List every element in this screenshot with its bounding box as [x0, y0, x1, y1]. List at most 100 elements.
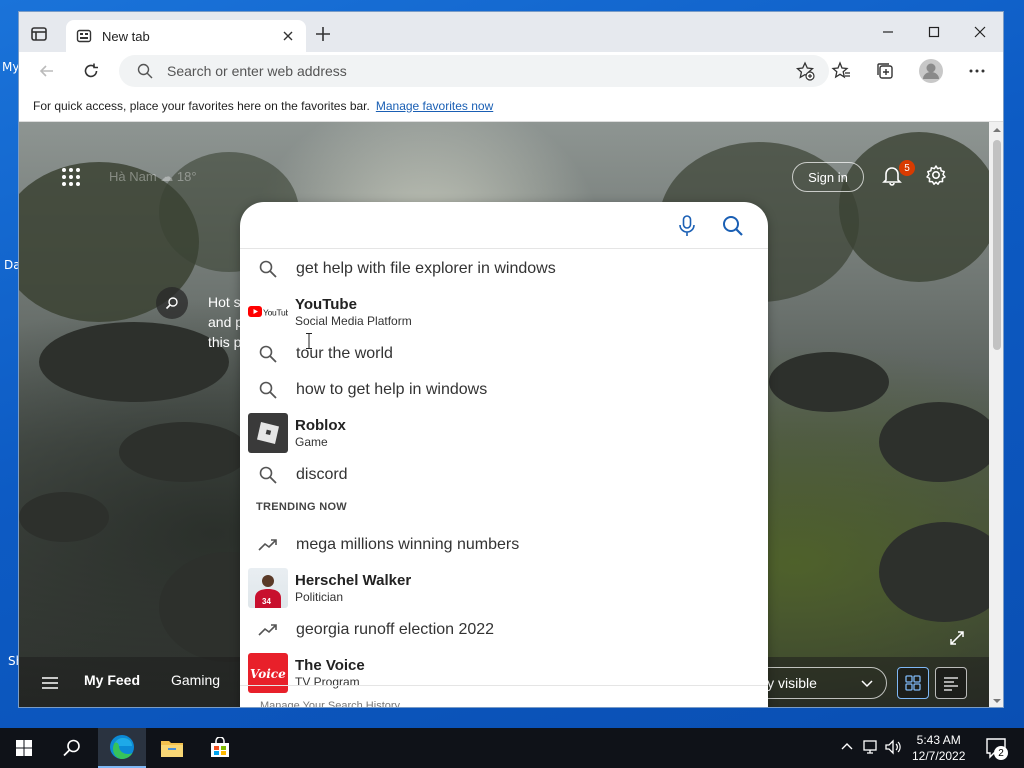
content-visibility-select[interactable]: ly visible	[749, 667, 887, 699]
start-button[interactable]	[0, 728, 48, 768]
background-rock	[119, 422, 249, 482]
volume-icon[interactable]	[884, 738, 902, 756]
refresh-icon[interactable]	[81, 61, 101, 81]
suggestion-text: how to get help in windows	[296, 381, 488, 398]
trending-icon	[240, 623, 296, 637]
address-bar[interactable]: Search or enter web address	[119, 55, 829, 87]
suggestion-item[interactable]: discord	[240, 458, 768, 492]
minimize-button[interactable]	[865, 20, 911, 44]
tab-new-tab[interactable]: New tab	[66, 20, 306, 52]
clock[interactable]: 5:43 AM 12/7/2022	[912, 732, 965, 764]
hot-searches-icon[interactable]	[156, 287, 188, 319]
expand-icon[interactable]	[949, 630, 965, 646]
chevron-down-icon	[861, 680, 873, 688]
herschel-photo: 34	[248, 568, 288, 608]
manage-history-link[interactable]: Manage Your Search History	[260, 700, 400, 707]
close-icon[interactable]	[280, 28, 296, 44]
trending-entity[interactable]: 34 Herschel Walker Politician	[240, 566, 768, 610]
entity-title: The Voice	[295, 657, 365, 674]
search-icon	[137, 63, 153, 79]
more-options-icon[interactable]	[967, 61, 987, 81]
trending-text: mega millions winning numbers	[296, 536, 520, 553]
gear-icon[interactable]	[925, 164, 947, 186]
profile-avatar[interactable]	[919, 59, 943, 83]
grid-view-button[interactable]	[897, 667, 929, 699]
tab-actions-icon[interactable]	[29, 24, 49, 44]
divider	[240, 685, 768, 686]
menu-icon[interactable]	[41, 674, 59, 692]
tab-title: New tab	[102, 28, 150, 44]
svg-text:YouTube: YouTube	[263, 308, 288, 318]
list-icon	[944, 677, 958, 691]
toolbar: Search or enter web address	[19, 52, 1003, 90]
tab-bar: New tab	[19, 12, 1003, 52]
background-rock	[879, 522, 989, 622]
hot-searches-text: Hot s and p this p	[208, 292, 243, 352]
youtube-logo: YouTube	[248, 292, 288, 332]
favorites-bar: For quick access, place your favorites h…	[19, 90, 1003, 122]
svg-text:34: 34	[262, 597, 271, 606]
suggestion-entity[interactable]: YouTube YouTube Social Media Platform	[240, 290, 768, 334]
grid-icon	[905, 675, 921, 691]
tab-my-feed[interactable]: My Feed	[84, 672, 140, 688]
entity-subtitle: Game	[295, 435, 328, 449]
manage-favorites-link[interactable]: Manage favorites now	[376, 99, 493, 113]
browser-window: New tab Search or enter web address For …	[18, 11, 1004, 708]
taskbar-store[interactable]	[196, 728, 244, 768]
add-favorite-icon[interactable]	[795, 61, 815, 81]
back-arrow-icon[interactable]	[37, 61, 57, 81]
weather-widget[interactable]: Hà Nam ☁ 18°	[109, 169, 197, 185]
favorites-bar-message: For quick access, place your favorites h…	[33, 98, 370, 113]
address-placeholder: Search or enter web address	[167, 63, 347, 79]
svg-text:Voice: Voice	[250, 667, 286, 681]
hot-searches-line: Hot s	[208, 294, 241, 310]
scroll-up-icon[interactable]	[989, 124, 1004, 136]
trending-entity[interactable]: Voice The Voice TV Program	[240, 651, 768, 695]
entity-subtitle: TV Program	[295, 675, 360, 689]
tab-gaming[interactable]: Gaming	[171, 672, 220, 688]
trending-text: georgia runoff election 2022	[296, 621, 495, 638]
scroll-thumb[interactable]	[993, 140, 1001, 350]
suggestion-text: discord	[296, 466, 348, 483]
new-tab-page-icon	[76, 29, 92, 43]
close-window-button[interactable]	[957, 20, 1003, 44]
suggestion-text: get help with file explorer in windows	[296, 260, 556, 277]
scroll-down-icon[interactable]	[989, 695, 1004, 707]
search-button[interactable]	[48, 728, 96, 768]
the-voice-logo: Voice	[248, 653, 288, 693]
trending-icon	[240, 538, 296, 552]
desktop-icon-label[interactable]: My	[2, 60, 19, 74]
trending-item[interactable]: georgia runoff election 2022	[240, 613, 768, 647]
collections-icon[interactable]	[875, 61, 895, 81]
apps-grid-icon[interactable]	[61, 167, 81, 187]
sign-in-button[interactable]: Sign in	[792, 162, 864, 192]
suggestion-entity[interactable]: Roblox Game	[240, 411, 768, 455]
hot-searches-line: and p	[208, 314, 244, 330]
microphone-icon[interactable]	[677, 215, 697, 237]
chevron-up-icon[interactable]	[838, 738, 856, 756]
page-scrollbar[interactable]	[989, 122, 1004, 707]
taskbar-file-explorer[interactable]	[148, 728, 196, 768]
clock-time: 5:43 AM	[916, 733, 961, 747]
hot-searches-line: this p	[208, 334, 242, 350]
notification-count-badge: 2	[994, 746, 1008, 760]
suggestion-item[interactable]: how to get help in windows	[240, 373, 768, 407]
taskbar-edge[interactable]	[98, 728, 146, 768]
network-icon[interactable]	[862, 738, 880, 756]
clock-date: 12/7/2022	[912, 749, 966, 763]
visibility-value: ly visible	[764, 675, 817, 691]
search-input[interactable]	[240, 202, 768, 249]
trending-item[interactable]: mega millions winning numbers	[240, 528, 768, 562]
background-rock	[39, 322, 229, 402]
suggestion-item[interactable]: get help with file explorer in windows	[240, 252, 768, 286]
favorites-icon[interactable]	[831, 61, 851, 81]
maximize-button[interactable]	[911, 20, 957, 44]
suggestion-item[interactable]: tour the world	[240, 337, 768, 371]
notification-badge: 5	[899, 160, 915, 176]
search-icon	[240, 345, 296, 363]
entity-subtitle: Politician	[295, 590, 344, 604]
background-rock	[19, 492, 109, 542]
list-view-button[interactable]	[935, 667, 967, 699]
plus-icon[interactable]	[313, 24, 333, 44]
search-icon[interactable]	[722, 215, 744, 237]
